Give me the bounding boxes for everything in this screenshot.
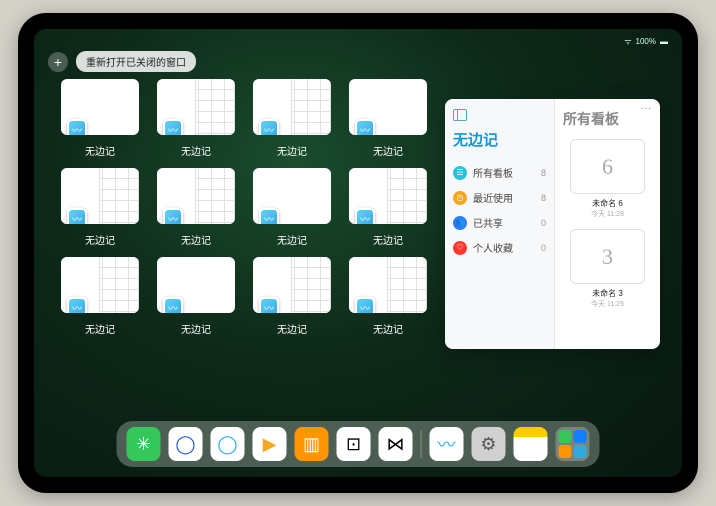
sidebar-item[interactable]: ◷ 最近使用 8 [453,185,546,210]
battery-icon: ▬ [660,37,668,46]
freeform-panel: 无边记 ☰所有看板8◷最近使用8👥已共享0♡个人收藏0 所有看板 6未命名 6今… [445,99,660,349]
thumbnail-label: 无边记 [277,321,307,336]
freeform-icon: 〰 [163,208,183,224]
freeform-icon: 〰 [355,297,375,313]
sidebar-toggle-icon[interactable] [453,109,467,121]
sidebar-item-count: 0 [541,243,546,253]
board-label: 未命名 6 [563,198,652,209]
sidebar-item[interactable]: 👥 已共享 0 [453,210,546,235]
freeform-icon: 〰 [67,119,87,135]
browser1-icon[interactable]: ◯ [169,427,203,461]
freeform-icon: 〰 [163,297,183,313]
window-thumbnail[interactable]: 〰无边记 [59,79,141,158]
wechat-icon[interactable]: ✳ [127,427,161,461]
new-window-button[interactable]: + [48,52,68,72]
window-thumbnail[interactable]: 〰无边记 [155,257,237,336]
sidebar-item-label: 已共享 [473,215,503,230]
panel-app-title: 无边记 [453,129,546,150]
thumbnail-label: 无边记 [373,321,403,336]
window-thumbnail[interactable]: 〰无边记 [155,79,237,158]
browser2-icon[interactable]: ◯ [211,427,245,461]
window-thumbnail[interactable]: 〰无边记 [347,79,429,158]
settings-icon[interactable]: ⚙ [472,427,506,461]
sidebar-item[interactable]: ♡ 个人收藏 0 [453,235,546,260]
board-thumbnail: 6 [570,139,645,194]
app-library-icon[interactable] [556,427,590,461]
thumbnail-label: 无边记 [277,232,307,247]
window-thumbnail[interactable]: 〰无边记 [155,168,237,247]
play-icon[interactable]: ▶ [253,427,287,461]
sidebar-item[interactable]: ☰ 所有看板 8 [453,160,546,185]
freeform-icon: 〰 [355,208,375,224]
panel-sidebar: 无边记 ☰ 所有看板 8 ◷ 最近使用 8 👥 已共享 0 ♡ 个人收藏 0 [445,99,555,349]
board-timestamp: 今天 11:28 [563,209,652,219]
freeform-icon: 〰 [259,208,279,224]
thumbnail-label: 无边记 [277,143,307,158]
wifi-icon: ᯤ [624,36,631,47]
thumbnail-label: 无边记 [181,232,211,247]
board-label: 未命名 3 [563,288,652,299]
thumbnail-label: 无边记 [181,143,211,158]
thumbnail-label: 无边记 [373,143,403,158]
window-thumbnail[interactable]: 〰无边记 [59,168,141,247]
freeform-icon: 〰 [67,208,87,224]
sidebar-item-label: 个人收藏 [473,240,513,255]
category-icon: ☰ [453,166,467,180]
screen: ᯤ 100% ▬ + 重新打开已关闭的窗口 〰无边记〰无边记〰无边记〰无边记〰无… [34,29,682,477]
panel-section-title: 所有看板 [563,109,652,129]
freeform-icon: 〰 [163,119,183,135]
dock-separator [421,430,422,458]
category-icon: ◷ [453,191,467,205]
window-thumbnail[interactable]: 〰无边记 [251,257,333,336]
books-icon[interactable]: ▥ [295,427,329,461]
window-thumbnail[interactable]: 〰无边记 [251,168,333,247]
window-controls: + 重新打开已关闭的窗口 [48,51,196,72]
window-thumbnail[interactable]: 〰无边记 [347,257,429,336]
thumbnail-label: 无边记 [85,143,115,158]
battery-percent: 100% [636,37,656,46]
freeform-icon: 〰 [259,119,279,135]
window-thumbnail[interactable]: 〰无边记 [251,79,333,158]
category-icon: ♡ [453,241,467,255]
sidebar-item-label: 最近使用 [473,190,513,205]
freeform-icon: 〰 [67,297,87,313]
board-card[interactable]: 3 未命名 3今天 11:25 [563,229,652,309]
dice-icon[interactable]: ⊡ [337,427,371,461]
thumbnail-label: 无边记 [85,232,115,247]
board-timestamp: 今天 11:25 [563,299,652,309]
sidebar-item-count: 8 [541,168,546,178]
thumbnail-label: 无边记 [181,321,211,336]
status-bar: ᯤ 100% ▬ [34,33,682,49]
dumbbell-icon[interactable]: ⋈ [379,427,413,461]
sidebar-item-count: 0 [541,218,546,228]
freeform-icon[interactable]: 〰 [430,427,464,461]
freeform-icon: 〰 [355,119,375,135]
board-thumbnail: 3 [570,229,645,284]
freeform-icon: 〰 [259,297,279,313]
board-card[interactable]: 6 未命名 6今天 11:28 [563,139,652,219]
thumbnail-label: 无边记 [85,321,115,336]
ipad-frame: ᯤ 100% ▬ + 重新打开已关闭的窗口 〰无边记〰无边记〰无边记〰无边记〰无… [18,13,698,493]
reopen-closed-window-button[interactable]: 重新打开已关闭的窗口 [76,51,196,72]
window-switcher-grid: 〰无边记〰无边记〰无边记〰无边记〰无边记〰无边记〰无边记〰无边记〰无边记〰无边记… [59,79,429,336]
notes-icon[interactable] [514,427,548,461]
sidebar-item-label: 所有看板 [473,165,513,180]
panel-content: 所有看板 6 未命名 6今天 11:28 3 未命名 3今天 11:25 [555,99,660,349]
category-icon: 👥 [453,216,467,230]
window-thumbnail[interactable]: 〰无边记 [347,168,429,247]
dock: ✳◯◯▶▥⊡⋈〰⚙ [117,421,600,467]
window-thumbnail[interactable]: 〰无边记 [59,257,141,336]
sidebar-item-count: 8 [541,193,546,203]
thumbnail-label: 无边记 [373,232,403,247]
